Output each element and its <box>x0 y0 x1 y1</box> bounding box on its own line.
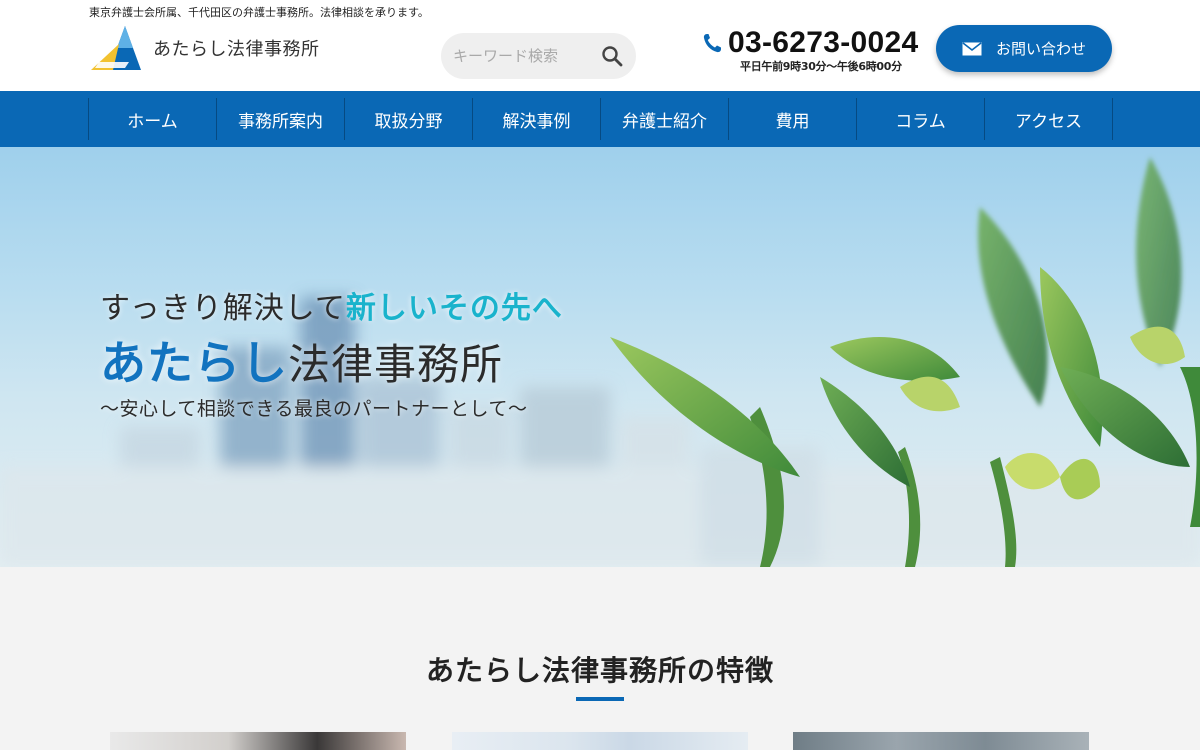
feature-card-image[interactable] <box>452 732 748 750</box>
hero-catchcopy: すっきり解決して新しいその先へ <box>100 283 563 327</box>
feature-card-image[interactable] <box>793 732 1089 750</box>
hero-title-kana: あたらし <box>100 336 288 390</box>
logo-mark-icon <box>91 26 141 70</box>
nav-item-home[interactable]: ホーム <box>89 98 217 140</box>
hero-subtitle: 〜安心して相談できる最良のパートナーとして〜 <box>100 398 528 420</box>
header-tagline: 東京弁護士会所属、千代田区の弁護士事務所。法律相談を承ります。 <box>89 6 429 19</box>
logo-text: あたらし法律事務所 <box>153 39 320 60</box>
features-section: あたらし法律事務所の特徴 <box>0 567 1200 750</box>
nav-item-practice-areas[interactable]: 取扱分野 <box>345 98 473 140</box>
search-input[interactable] <box>453 41 593 71</box>
contact-button[interactable]: お問い合わせ <box>936 25 1112 72</box>
phone-block[interactable]: 03-6273-0024 <box>702 26 918 60</box>
global-nav: ホーム 事務所案内 取扱分野 解決事例 弁護士紹介 費用 コラム アクセス <box>0 91 1200 147</box>
search-box <box>441 33 636 79</box>
phone-icon <box>703 34 721 53</box>
nav-item-column[interactable]: コラム <box>857 98 985 140</box>
phone-number[interactable]: 03-6273-0024 <box>728 26 918 60</box>
nav-item-cases[interactable]: 解決事例 <box>473 98 601 140</box>
hero-title: あたらし法律事務所 <box>100 327 503 393</box>
features-heading: あたらし法律事務所の特徴 <box>425 654 774 687</box>
feature-card-image[interactable] <box>110 732 406 750</box>
nav-item-fees[interactable]: 費用 <box>729 98 857 140</box>
hero-title-kanji: 法律事務所 <box>288 340 504 389</box>
mail-icon <box>962 41 982 55</box>
hero-catchcopy-plain: すっきり解決して <box>100 291 346 326</box>
search-button[interactable] <box>600 44 624 68</box>
business-hours: 平日午前9時30分〜午後6時00分 <box>740 60 902 73</box>
nav-item-about[interactable]: 事務所案内 <box>217 98 345 140</box>
hero-banner: すっきり解決して新しいその先へ あたらし法律事務所 〜安心して相談できる最良のパ… <box>0 147 1200 567</box>
nav-item-access[interactable]: アクセス <box>985 98 1113 140</box>
site-header: 東京弁護士会所属、千代田区の弁護士事務所。法律相談を承ります。 あたらし法律事務… <box>0 0 1200 91</box>
site-logo[interactable]: あたらし法律事務所 <box>89 24 320 72</box>
search-icon <box>602 46 623 67</box>
heading-underline <box>576 697 624 701</box>
hero-catchcopy-accent: 新しいその先へ <box>345 291 563 326</box>
nav-item-lawyers[interactable]: 弁護士紹介 <box>601 98 729 140</box>
contact-button-label: お問い合わせ <box>995 40 1086 58</box>
